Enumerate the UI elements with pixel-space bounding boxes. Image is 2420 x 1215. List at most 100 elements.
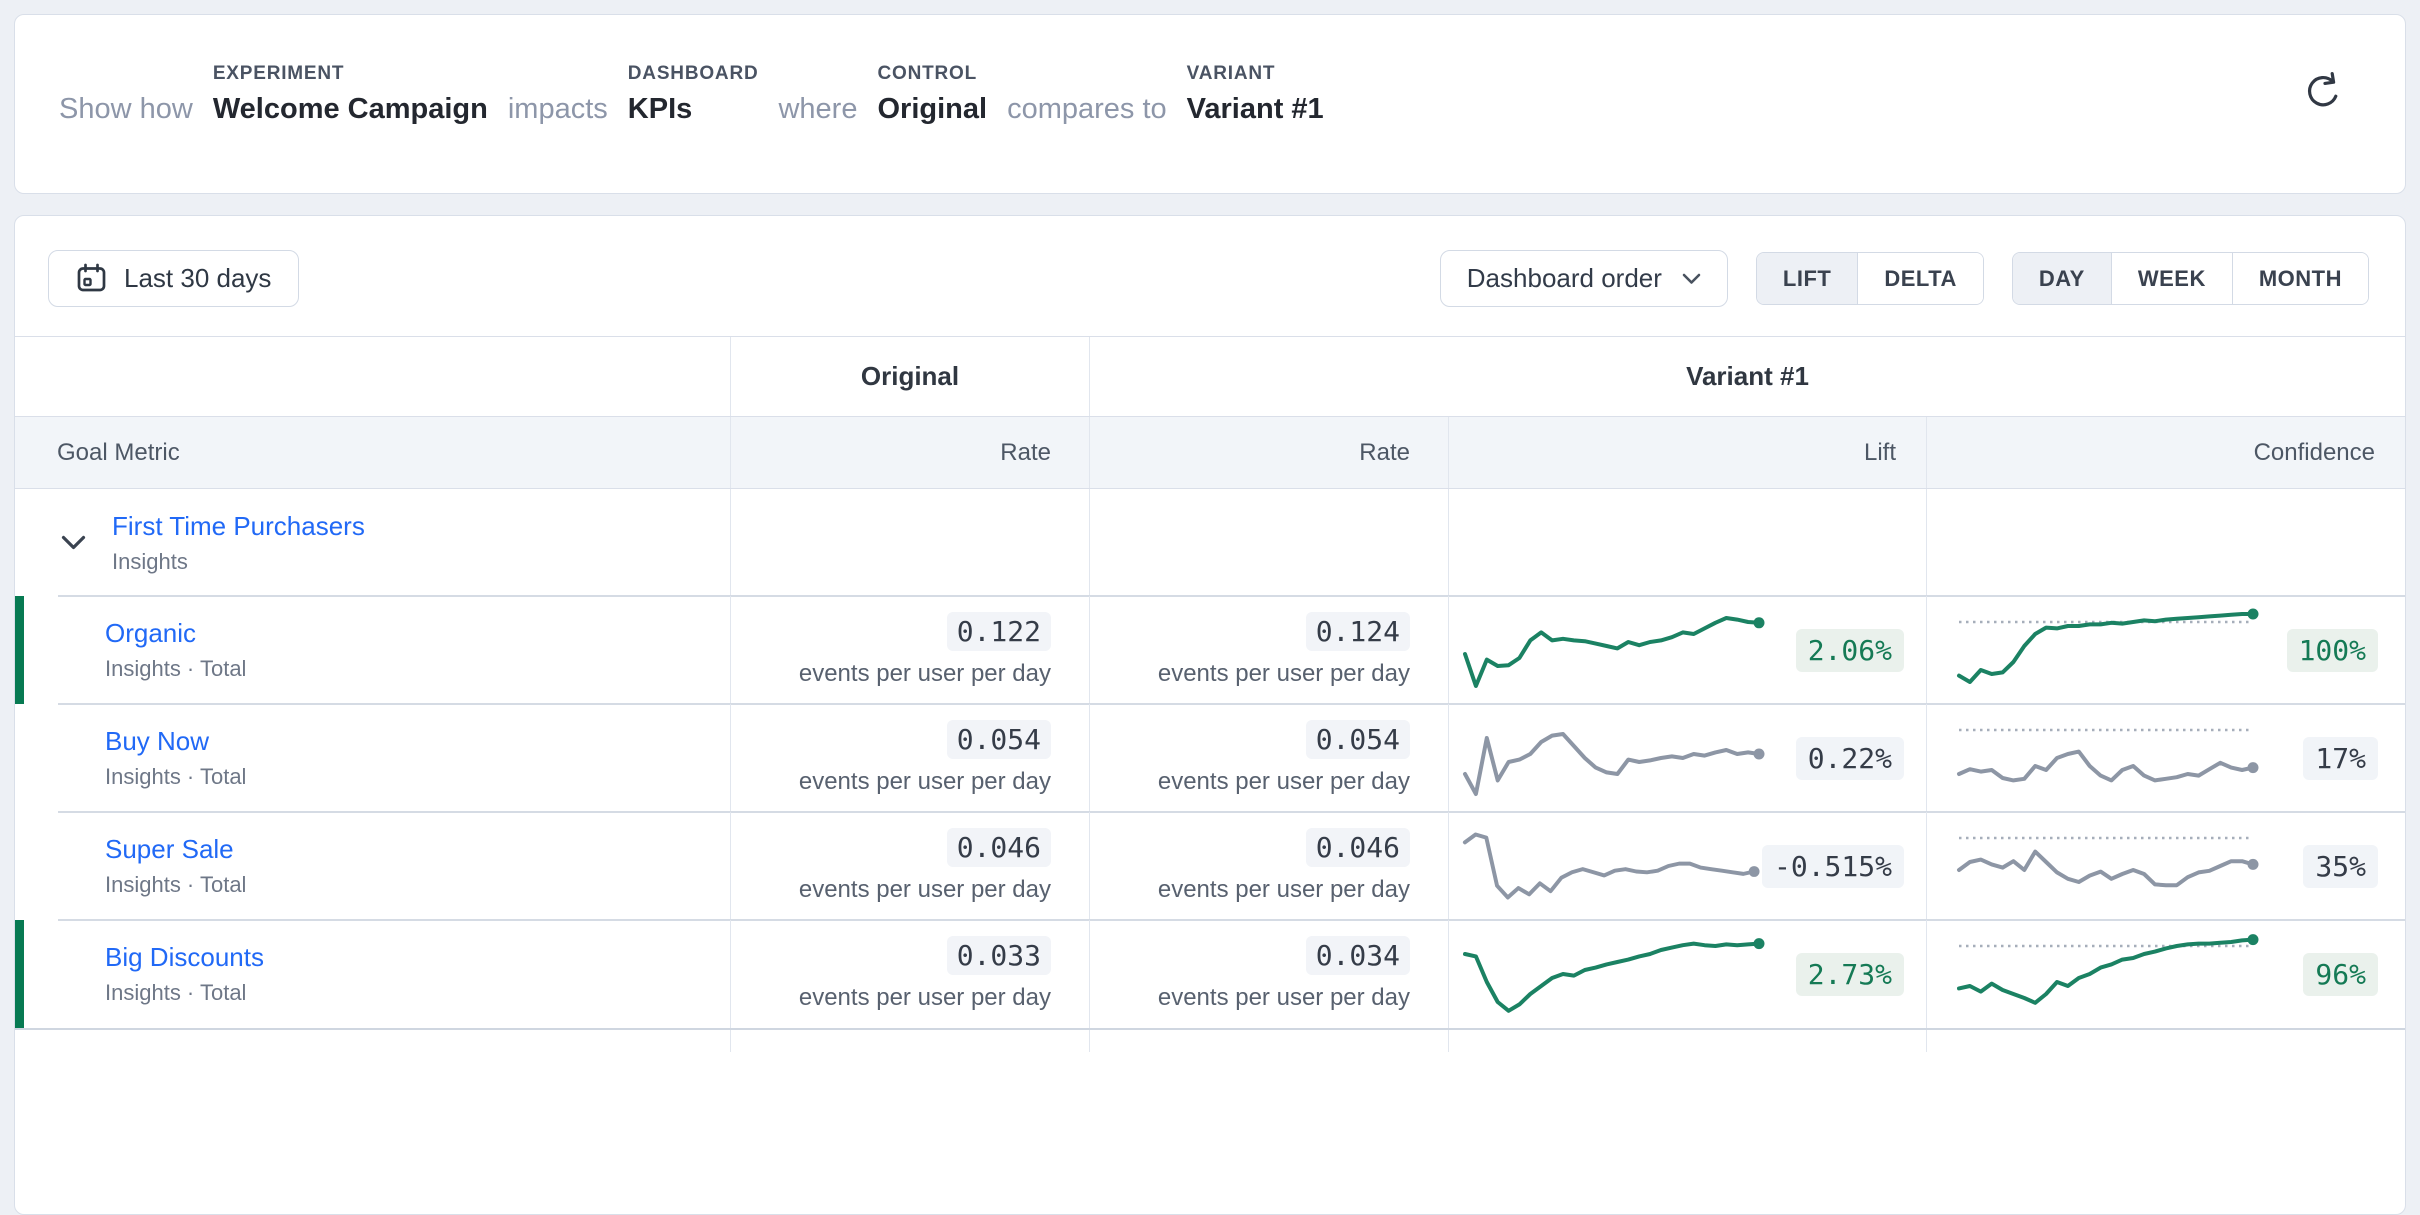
rate-unit-label: events per user per day <box>1158 660 1410 688</box>
sparkline-endpoint-dot <box>1754 749 1765 760</box>
experiment-report-page: { "experiment_bar": { "show_how": "Show … <box>0 0 2420 1050</box>
lift-cell: 2.73% <box>1448 920 1926 1028</box>
lift-cell: 2.06% <box>1448 596 1926 704</box>
confidence-cell: 96% <box>1926 920 2405 1028</box>
variant-rate-value: 0.054 <box>1306 720 1410 759</box>
control-rate-cell: 0.122 events per user per day <box>730 596 1089 704</box>
lift-value-badge: -0.515% <box>1762 845 1904 888</box>
sparkline-path <box>1465 734 1759 794</box>
confidence-sparkline-chart <box>1951 710 2261 806</box>
empty-cell <box>1448 1030 1926 1052</box>
experiment-summary-card: Show how EXPERIMENT Welcome Campaign imp… <box>14 14 2406 194</box>
confidence-column-header: Confidence <box>1926 417 2405 488</box>
variant-label: VARIANT <box>1187 63 1276 85</box>
partial-next-row <box>15 1028 2405 1052</box>
group-name-link[interactable]: First Time Purchasers <box>112 511 365 542</box>
sentence-connector: compares to <box>1007 93 1167 128</box>
lift-sparkline-chart <box>1457 818 1762 914</box>
variant-rate-cell: 0.054 events per user per day <box>1089 704 1448 812</box>
confidence-value-badge: 35% <box>2303 845 2378 888</box>
sentence-connector: impacts <box>508 93 608 128</box>
metric-row: Big Discounts Insights · Total 0.033 eve… <box>15 920 2405 1028</box>
toggle-option-day[interactable]: DAY <box>2013 253 2111 304</box>
lift-cell: -0.515% <box>1448 812 1926 920</box>
metric-row: Organic Insights · Total 0.122 events pe… <box>15 596 2405 704</box>
variant-rate-cell: 0.046 events per user per day <box>1089 812 1448 920</box>
control-name[interactable]: Original <box>877 93 987 128</box>
sparkline-path <box>1959 940 2253 1003</box>
variant-header-cell: Variant #1 <box>1089 337 2405 416</box>
metric-name-link[interactable]: Super Sale <box>105 834 246 865</box>
experiment-results-table: Original Variant #1 Goal Metric Rate Rat… <box>15 336 2405 1052</box>
metric-name-link[interactable]: Big Discounts <box>105 942 264 973</box>
dashboard-name[interactable]: KPIs <box>628 93 692 128</box>
dashboard-order-dropdown[interactable]: Dashboard order <box>1440 250 1728 307</box>
sparkline-endpoint-dot <box>2248 859 2259 870</box>
lift-value-badge: 0.22% <box>1796 737 1904 780</box>
sparkline-path <box>1465 944 1759 1011</box>
significance-stripe <box>15 920 24 1028</box>
toggle-option-lift[interactable]: LIFT <box>1757 253 1857 304</box>
metric-name-link[interactable]: Organic <box>105 618 246 649</box>
variant-segment[interactable]: VARIANT Variant #1 <box>1187 63 1324 128</box>
rate-unit-label: events per user per day <box>1158 876 1410 904</box>
toggle-option-month[interactable]: MONTH <box>2232 253 2368 304</box>
control-rate-value: 0.054 <box>947 720 1051 759</box>
metric-name-cell: Big Discounts Insights · Total <box>15 920 730 1028</box>
granularity-toggle: DAY WEEK MONTH <box>2012 252 2369 305</box>
date-range-button[interactable]: Last 30 days <box>48 250 299 307</box>
date-range-label: Last 30 days <box>124 263 271 294</box>
sparkline-endpoint-dot <box>2248 609 2259 620</box>
toggle-option-week[interactable]: WEEK <box>2111 253 2232 304</box>
chevron-down-icon <box>61 535 86 551</box>
lift-sparkline-chart <box>1457 926 1767 1022</box>
sparkline-path <box>1959 614 2253 682</box>
rate-unit-label: events per user per day <box>799 876 1051 904</box>
variant-rate-cell: 0.034 events per user per day <box>1089 920 1448 1028</box>
confidence-value-badge: 100% <box>2287 629 2378 672</box>
confidence-value-badge: 17% <box>2303 737 2378 780</box>
confidence-value-badge: 96% <box>2303 953 2378 996</box>
collapse-expander[interactable] <box>61 535 86 551</box>
metric-subtitle: Insights · Total <box>105 872 246 898</box>
rate-unit-label: events per user per day <box>1158 984 1410 1012</box>
control-rate-value: 0.033 <box>947 936 1051 975</box>
lift-column-header: Lift <box>1448 417 1926 488</box>
sparkline-path <box>1465 835 1754 898</box>
lift-value-badge: 2.73% <box>1796 953 1904 996</box>
empty-cell <box>730 1030 1089 1052</box>
metric-name-link[interactable]: Buy Now <box>105 726 246 757</box>
lift-sparkline-chart <box>1457 710 1767 806</box>
dashboard-order-label: Dashboard order <box>1467 263 1662 294</box>
empty-cell <box>1089 1030 1448 1052</box>
dashboard-segment[interactable]: DASHBOARD KPIs <box>628 63 759 128</box>
sparkline-path <box>1465 618 1759 686</box>
control-segment[interactable]: CONTROL Original <box>877 63 987 128</box>
control-rate-value: 0.122 <box>947 612 1051 651</box>
refresh-icon <box>2301 69 2345 113</box>
rate-unit-label: events per user per day <box>799 660 1051 688</box>
goal-metric-column-header: Goal Metric <box>15 417 730 488</box>
metric-name-cell: Buy Now Insights · Total <box>15 704 730 812</box>
control-rate-column-header: Rate <box>730 417 1089 488</box>
experiment-segment[interactable]: EXPERIMENT Welcome Campaign <box>213 63 488 128</box>
refresh-button[interactable] <box>2299 67 2347 115</box>
report-toolbar: Last 30 days Dashboard order LIFT DELTA … <box>15 216 2405 336</box>
control-label: CONTROL <box>877 63 977 85</box>
group-subtitle: Insights <box>112 549 365 575</box>
control-rate-cell: 0.046 events per user per day <box>730 812 1089 920</box>
metric-name-cell: Super Sale Insights · Total <box>15 812 730 920</box>
empty-cell <box>1089 489 1448 596</box>
metric-subtitle: Insights · Total <box>105 656 246 682</box>
control-rate-cell: 0.054 events per user per day <box>730 704 1089 812</box>
metric-rows-container: Organic Insights · Total 0.122 events pe… <box>15 596 2405 1028</box>
experiment-name[interactable]: Welcome Campaign <box>213 93 488 128</box>
confidence-cell: 17% <box>1926 704 2405 812</box>
metric-subtitle: Insights · Total <box>105 980 264 1006</box>
sparkline-path <box>1959 752 2253 781</box>
confidence-sparkline-chart <box>1951 818 2261 914</box>
significance-stripe <box>15 596 24 704</box>
variant-name[interactable]: Variant #1 <box>1187 93 1324 128</box>
toggle-option-delta[interactable]: DELTA <box>1857 253 1983 304</box>
sparkline-endpoint-dot <box>2248 934 2259 945</box>
